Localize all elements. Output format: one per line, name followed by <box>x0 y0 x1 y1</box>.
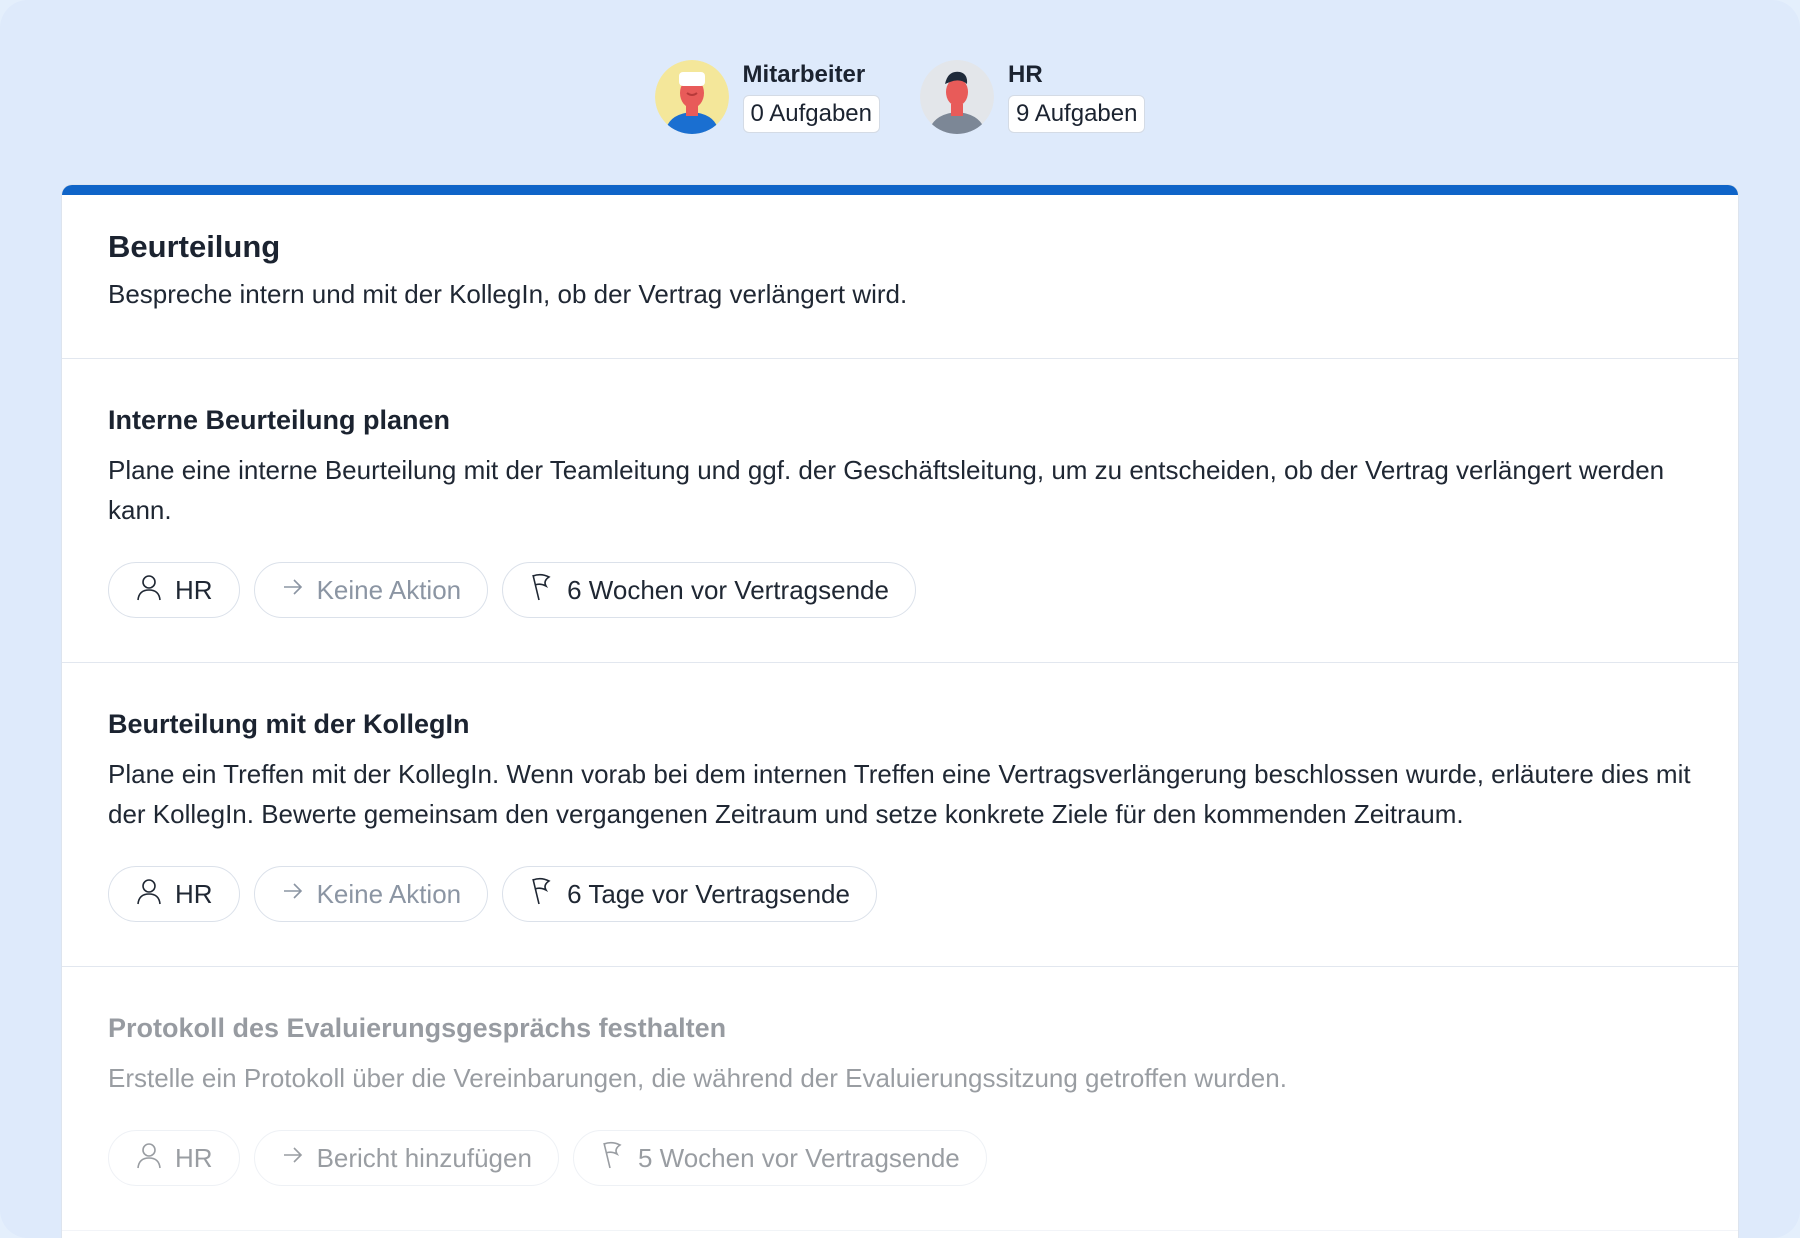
checklist-card: Beurteilung Bespreche intern und mit der… <box>62 185 1738 1238</box>
assignee-chip[interactable]: HR <box>108 562 240 618</box>
action-chip[interactable]: Bericht hinzufügen <box>253 1130 559 1186</box>
card-accent-bar <box>62 185 1738 195</box>
participants-bar: Mitarbeiter 0 Aufgaben HR 9 Aufgaben <box>0 60 1800 134</box>
person-icon <box>135 877 163 912</box>
employee-avatar <box>654 60 729 134</box>
action-label: Keine Aktion <box>316 574 462 605</box>
section-header: Beurteilung Bespreche intern und mit der… <box>62 195 1738 359</box>
assignee-chip[interactable]: HR <box>108 1130 240 1186</box>
task-chips: HR Keine Aktion 6 <box>108 562 1692 618</box>
due-label: 6 Tage vor Vertragsende <box>567 878 850 909</box>
section-title: Beurteilung <box>108 229 281 264</box>
task-item[interactable]: Interne Beurteilung planen Plane eine in… <box>62 359 1738 663</box>
due-label: 6 Wochen vor Vertragsende <box>567 574 889 605</box>
participant-name: Mitarbeiter <box>742 61 866 88</box>
task-item[interactable]: Protokoll des Evaluierungsgesprächs fest… <box>62 967 1738 1231</box>
section-description: Bespreche intern und mit der KollegIn, o… <box>108 279 908 309</box>
task-item[interactable]: Beurteilung mit der KollegIn Plane ein T… <box>62 663 1738 967</box>
due-chip[interactable]: 5 Wochen vor Vertragsende <box>572 1130 987 1186</box>
participant-name: HR <box>1008 61 1043 88</box>
arrow-right-icon <box>281 1143 305 1174</box>
action-label: Bericht hinzufügen <box>316 1142 532 1173</box>
task-description: Plane ein Treffen mit der KollegIn. Wenn… <box>108 759 1691 829</box>
participant-hr[interactable]: HR 9 Aufgaben <box>920 60 1146 134</box>
assignee-chip[interactable]: HR <box>108 866 240 922</box>
action-chip[interactable]: Keine Aktion <box>253 866 489 922</box>
person-icon <box>135 1141 163 1176</box>
flag-icon <box>529 877 555 912</box>
action-label: Keine Aktion <box>316 878 462 909</box>
task-description: Erstelle ein Protokoll über die Vereinba… <box>108 1063 1287 1093</box>
task-count-badge[interactable]: 9 Aufgaben <box>1008 95 1146 133</box>
participant-employee[interactable]: Mitarbeiter 0 Aufgaben <box>654 60 880 134</box>
due-label: 5 Wochen vor Vertragsende <box>637 1142 960 1173</box>
due-chip[interactable]: 6 Wochen vor Vertragsende <box>502 562 916 618</box>
task-chips: HR Keine Aktion 6 <box>108 866 1692 922</box>
task-chips: HR Bericht hinzufügen 5 Wochen vor Vertr… <box>108 1130 1692 1186</box>
task-title: Protokoll des Evaluierungsgesprächs fest… <box>108 1013 727 1043</box>
page: Mitarbeiter 0 Aufgaben HR 9 Aufgaben Beu… <box>0 0 1800 1238</box>
task-description: Plane eine interne Beurteilung mit der T… <box>108 455 1665 525</box>
hr-avatar <box>920 60 994 134</box>
task-title: Interne Beurteilung planen <box>108 405 451 435</box>
assignee-label: HR <box>175 574 213 605</box>
arrow-right-icon <box>281 575 305 606</box>
arrow-right-icon <box>281 879 305 910</box>
flag-icon <box>600 1141 626 1176</box>
task-count-badge[interactable]: 0 Aufgaben <box>742 95 880 133</box>
assignee-label: HR <box>175 878 213 909</box>
person-icon <box>135 573 163 608</box>
task-title: Beurteilung mit der KollegIn <box>108 709 470 739</box>
action-chip[interactable]: Keine Aktion <box>253 562 489 618</box>
assignee-label: HR <box>175 1142 213 1173</box>
due-chip[interactable]: 6 Tage vor Vertragsende <box>502 866 877 922</box>
flag-icon <box>529 573 555 608</box>
